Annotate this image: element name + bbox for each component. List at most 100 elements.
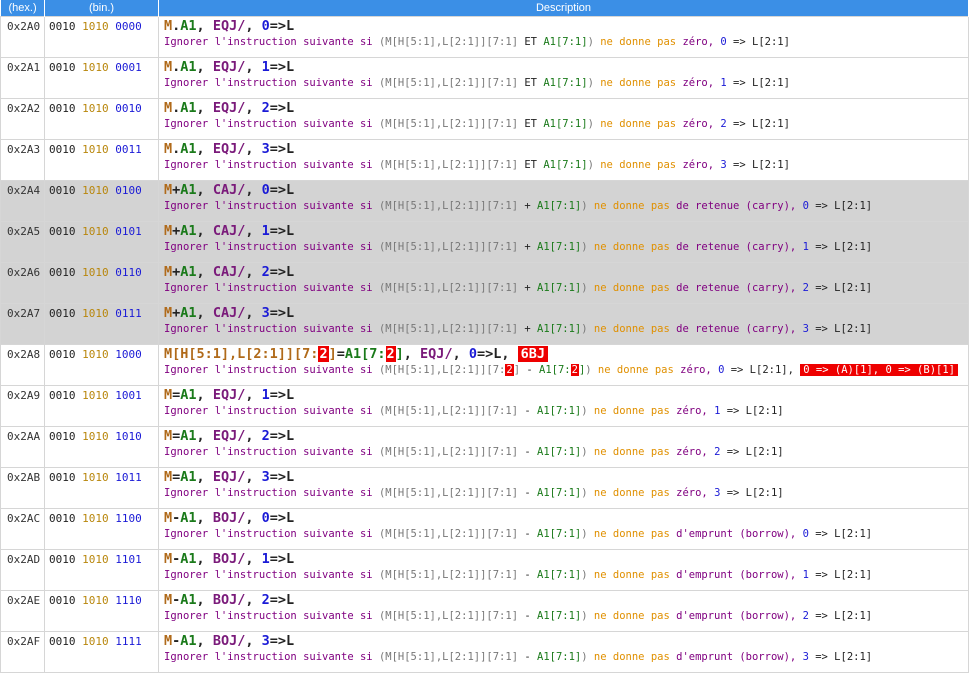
- memory-expr: (M[H[5:1],L[2:1]][7:1]: [378, 610, 525, 622]
- explanation: Ignorer l'instruction suivante si (M[H[5…: [164, 568, 968, 583]
- operand-memory: M: [164, 510, 173, 526]
- target-reg: => L[2:1]: [733, 77, 790, 89]
- bin-nibble-1: 0010: [49, 102, 76, 115]
- sub-operator: +: [524, 323, 537, 335]
- pas: pas: [657, 159, 683, 171]
- highlight-bit: 2: [570, 364, 579, 376]
- pas: pas: [650, 651, 677, 663]
- condition-text: d'emprunt (borrow),: [676, 569, 803, 581]
- separator: ,: [196, 264, 213, 280]
- target-reg: => L[2:1]: [815, 200, 873, 212]
- separator: ,: [245, 387, 262, 403]
- close-paren: ): [585, 364, 598, 376]
- memory-expr: (M[H[5:1],L[2:1]][7:1]: [378, 651, 525, 663]
- target-arrow: =>L: [269, 510, 295, 526]
- explanation-text: Ignorer l'instruction suivante si: [164, 405, 379, 417]
- memory-expr: (M[H[5:1],L[2:1]][7:1]: [378, 200, 525, 212]
- ne-donne: ne donne: [593, 487, 651, 499]
- bin-nibble-2: 1010: [82, 512, 109, 525]
- hex-code: 0x2A9: [0, 385, 45, 427]
- table-row: 0x2A9 0010 1010 1001 M=A1, EQJ/, 1=>L Ig…: [0, 385, 969, 427]
- separator: ,: [245, 428, 262, 444]
- hex-code: 0x2A3: [0, 139, 45, 181]
- condition-text: de retenue (carry),: [676, 282, 803, 294]
- bin-nibble-3: 1001: [115, 389, 142, 402]
- table-row: 0x2AD 0010 1010 1101 M-A1, BOJ/, 1=>L Ig…: [0, 549, 969, 591]
- operator: -: [172, 633, 181, 649]
- explanation: Ignorer l'instruction suivante si (M[H[5…: [164, 609, 968, 624]
- bin-nibble-3: 0000: [115, 20, 142, 33]
- bin-nibble-3: 1010: [115, 430, 142, 443]
- memory-expr: (M[H[5:1],L[2:1]][7:1]: [378, 159, 525, 171]
- separator: ,: [196, 182, 213, 198]
- close-paren: ): [581, 405, 594, 417]
- memory-expr: (M[H[5:1],L[2:1]][7:1]: [378, 118, 525, 130]
- separator: ,: [196, 428, 213, 444]
- bin-nibble-1: 0010: [49, 266, 76, 279]
- condition-text: d'emprunt (borrow),: [676, 528, 803, 540]
- mnemonic: M=A1, EQJ/, 3=>L: [164, 469, 968, 486]
- target-number: 3: [261, 305, 270, 321]
- bin-nibble-2: 1010: [82, 102, 109, 115]
- mnemonic: M.A1, EQJ/, 1=>L: [164, 59, 968, 76]
- flag-effect: 0 => (A)[1], 0 => (B)[1]: [800, 364, 958, 376]
- operand-memory: M: [164, 223, 173, 239]
- target-number: 2: [802, 282, 816, 294]
- explanation-text: Ignorer l'instruction suivante si: [164, 569, 379, 581]
- sub-operator: -: [524, 405, 537, 417]
- memory-expr: (M[H[5:1],L[2:1]][7:1]: [378, 77, 525, 89]
- binary-code: 0010 1010 1111: [44, 631, 159, 673]
- target-number: 1: [261, 551, 270, 567]
- ne-donne: ne donne: [597, 364, 655, 376]
- mnemonic: M+A1, CAJ/, 0=>L: [164, 182, 968, 199]
- target-arrow: =>L: [269, 141, 295, 157]
- target-arrow: =>L: [269, 551, 295, 567]
- binary-code: 0010 1010 0010: [44, 98, 159, 140]
- table-row: 0x2A1 0010 1010 0001 M.A1, EQJ/, 1=>L Ig…: [0, 57, 969, 99]
- bin-nibble-1: 0010: [49, 143, 76, 156]
- accumulator-expr: A1[7:1]: [537, 241, 582, 253]
- table-row: 0x2AE 0010 1010 1110 M-A1, BOJ/, 2=>L Ig…: [0, 590, 969, 632]
- target-number: 1: [720, 77, 734, 89]
- condition-text: de retenue (carry),: [676, 241, 803, 253]
- condition-keyword: BOJ: [212, 510, 238, 526]
- operand-accumulator: A1: [180, 428, 197, 444]
- accumulator-expr: A1[7:1]: [537, 487, 582, 499]
- binary-code: 0010 1010 1110: [44, 590, 159, 632]
- condition-keyword: CAJ: [212, 264, 238, 280]
- pas: pas: [657, 36, 683, 48]
- table-row: 0x2AC 0010 1010 1100 M-A1, BOJ/, 0=>L Ig…: [0, 508, 969, 550]
- explanation: Ignorer l'instruction suivante si (M[H[5…: [164, 117, 968, 132]
- explanation: Ignorer l'instruction suivante si (M[H[5…: [164, 527, 968, 542]
- separator: ,: [196, 551, 213, 567]
- target-number: 0: [802, 200, 816, 212]
- bin-nibble-3: 0011: [115, 143, 142, 156]
- description: M.A1, EQJ/, 3=>L Ignorer l'instruction s…: [158, 139, 969, 181]
- pas: pas: [650, 323, 677, 335]
- close-paren: ): [581, 241, 594, 253]
- operand-memory: M: [164, 141, 173, 157]
- table-row: 0x2A6 0010 1010 0110 M+A1, CAJ/, 2=>L Ig…: [0, 262, 969, 304]
- separator: ,: [245, 59, 262, 75]
- accumulator-expr: A1[7:1]: [537, 323, 582, 335]
- bin-nibble-2: 1010: [82, 635, 109, 648]
- operand-memory: M: [164, 264, 173, 280]
- mnemonic: M+A1, CAJ/, 3=>L: [164, 305, 968, 322]
- close-paren: ): [587, 36, 601, 48]
- bin-nibble-3: 0101: [115, 225, 142, 238]
- target-number: 1: [802, 241, 816, 253]
- explanation-text: Ignorer l'instruction suivante si: [164, 323, 379, 335]
- description: M+A1, CAJ/, 1=>L Ignorer l'instruction s…: [158, 221, 969, 263]
- target-reg: => L[2:1]: [815, 610, 873, 622]
- sub-operator: +: [524, 282, 537, 294]
- binary-code: 0010 1010 1101: [44, 549, 159, 591]
- ne-donne: ne donne: [593, 200, 651, 212]
- separator: ,: [245, 141, 262, 157]
- accumulator-expr: A1[7:1]: [543, 36, 588, 48]
- bin-nibble-2: 1010: [82, 389, 109, 402]
- table-row: 0x2A2 0010 1010 0010 M.A1, EQJ/, 2=>L Ig…: [0, 98, 969, 140]
- operand-memory: M: [164, 305, 173, 321]
- separator: ,: [245, 510, 262, 526]
- target-number: 0: [720, 36, 734, 48]
- bin-nibble-2: 1010: [82, 184, 109, 197]
